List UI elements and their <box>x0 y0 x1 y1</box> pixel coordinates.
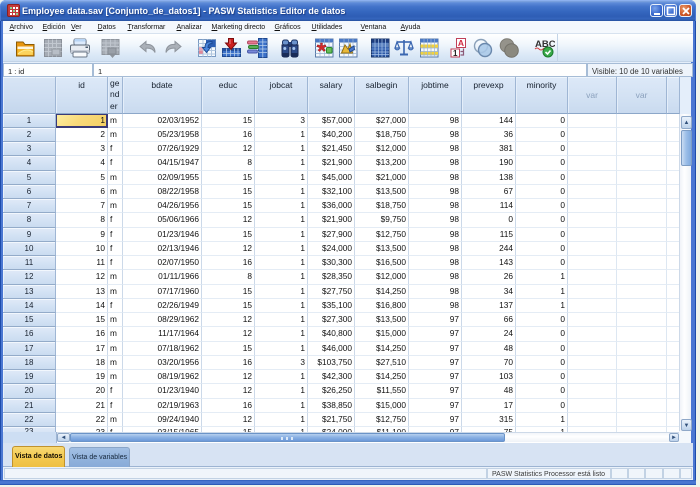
svg-text:A: A <box>458 38 464 48</box>
svg-text:1: 1 <box>453 49 458 58</box>
